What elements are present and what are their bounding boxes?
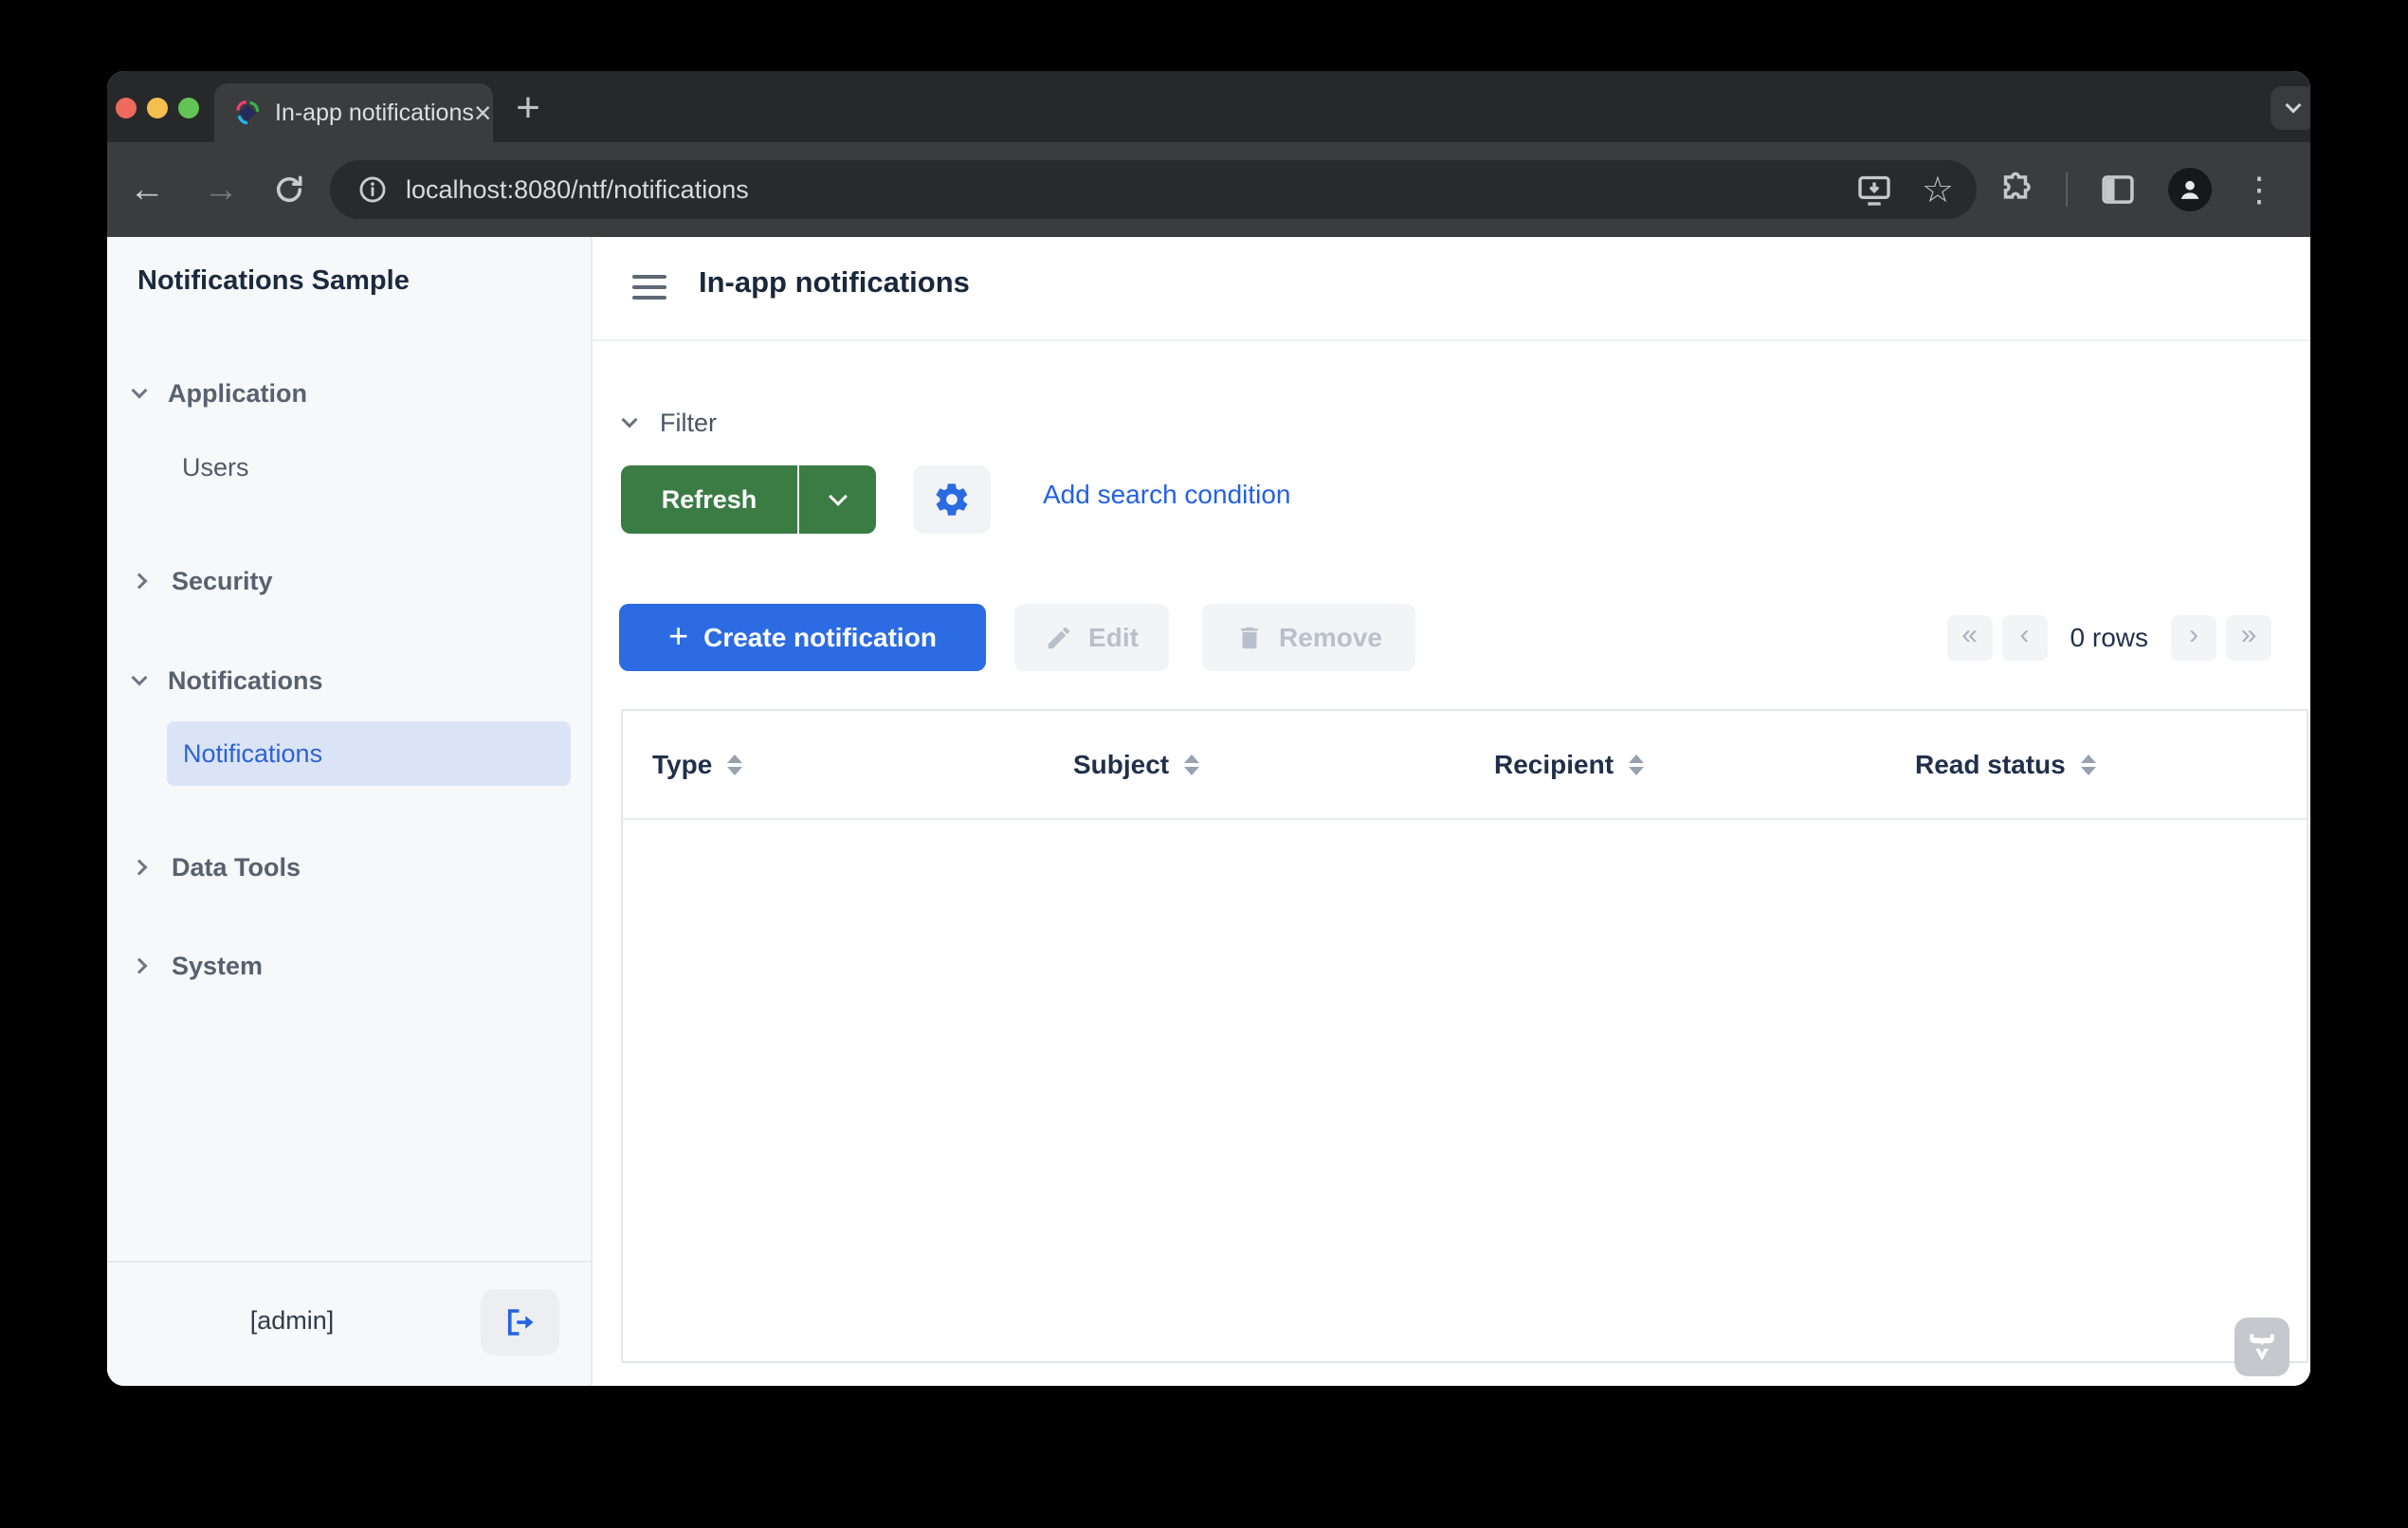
view-header: In-app notifications	[593, 237, 2310, 341]
edit-button[interactable]: Edit	[1014, 604, 1169, 671]
sort-icon[interactable]	[2081, 755, 2096, 775]
sort-icon[interactable]	[1184, 755, 1199, 775]
sidebar-item-data-tools[interactable]: Data Tools	[134, 846, 301, 889]
next-page-button[interactable]: ›	[2171, 615, 2216, 661]
chevron-down-icon	[622, 412, 638, 428]
main-area: In-app notifications Filter Refresh Add …	[593, 237, 2310, 1386]
chevron-right-icon	[132, 860, 148, 876]
current-user-label: [admin]	[164, 1306, 420, 1336]
menu-toggle-button[interactable]	[627, 267, 672, 311]
browser-tab[interactable]: In-app notifications ×	[214, 83, 493, 142]
trash-icon	[1235, 624, 1264, 652]
browser-toolbar: ← → localhost:8080/ntf/notifications ☆	[107, 142, 2310, 237]
column-header-read-status[interactable]: Read status	[1886, 711, 2307, 818]
reload-icon	[272, 173, 306, 207]
sidebar-footer: [admin]	[107, 1261, 591, 1386]
page-content: Notifications Sample Application Users S…	[107, 237, 2310, 1386]
site-info-icon[interactable]	[356, 173, 389, 206]
reload-button[interactable]	[263, 142, 316, 237]
browser-menu-icon[interactable]: ⋮	[2242, 170, 2276, 209]
side-panel-icon[interactable]	[2098, 170, 2138, 209]
jmix-favicon-icon	[233, 99, 262, 127]
address-bar[interactable]: localhost:8080/ntf/notifications ☆	[330, 160, 1977, 219]
refresh-button[interactable]: Refresh	[621, 465, 797, 534]
sort-icon[interactable]	[1629, 755, 1644, 775]
refresh-split-button: Refresh	[621, 465, 876, 534]
chevron-down-icon	[132, 383, 148, 399]
page-title: In-app notifications	[699, 265, 970, 300]
rows-count-label: 0 rows	[2071, 623, 2148, 653]
chevron-down-icon	[829, 487, 848, 506]
chevron-down-icon	[132, 670, 148, 686]
new-tab-button[interactable]: +	[503, 84, 553, 134]
close-window-button[interactable]	[116, 98, 137, 118]
column-header-subject[interactable]: Subject	[1044, 711, 1465, 818]
person-icon	[2174, 173, 2206, 206]
app-title: Notifications Sample	[137, 265, 410, 297]
add-search-condition-link[interactable]: Add search condition	[1043, 480, 1291, 510]
refresh-dropdown-button[interactable]	[797, 465, 876, 534]
chevron-down-icon	[2286, 98, 2302, 114]
pencil-icon	[1045, 624, 1073, 652]
vaadin-dev-tools-button[interactable]	[2235, 1318, 2289, 1376]
sidebar-item-notifications-group[interactable]: Notifications	[134, 659, 323, 702]
browser-window: In-app notifications × + ← → localhost:8…	[107, 71, 2310, 1386]
extensions-puzzle-icon[interactable]	[1996, 170, 2035, 209]
sidebar-item-security[interactable]: Security	[134, 559, 273, 603]
sidebar-item-notifications-selected[interactable]: Notifications	[167, 721, 571, 786]
sidebar-item-system[interactable]: System	[134, 944, 263, 988]
filter-collapse-toggle[interactable]: Filter	[624, 404, 717, 442]
last-page-button[interactable]: »	[2226, 615, 2271, 661]
table-header-row: Type Subject Recipient Read status	[623, 711, 2307, 820]
tab-search-button[interactable]	[2271, 86, 2310, 130]
zoom-window-button[interactable]	[178, 98, 199, 118]
install-app-icon[interactable]	[1855, 171, 1893, 209]
sidebar-item-application[interactable]: Application	[134, 372, 307, 415]
previous-page-button[interactable]: ‹	[2002, 615, 2048, 661]
profile-avatar[interactable]	[2168, 168, 2212, 211]
toolbar-divider	[2066, 173, 2068, 207]
sort-icon[interactable]	[727, 755, 742, 775]
tab-title: In-app notifications	[275, 100, 474, 127]
create-notification-button[interactable]: + Create notification	[619, 604, 986, 671]
sidebar: Notifications Sample Application Users S…	[107, 237, 593, 1386]
bookmark-star-icon[interactable]: ☆	[1922, 169, 1954, 211]
sidebar-item-users[interactable]: Users	[182, 446, 249, 489]
column-header-recipient[interactable]: Recipient	[1465, 711, 1886, 818]
tab-strip: In-app notifications × +	[107, 71, 2310, 142]
forward-button[interactable]: →	[194, 142, 247, 237]
logout-button[interactable]	[481, 1289, 559, 1355]
plus-icon: +	[668, 616, 688, 656]
column-header-type[interactable]: Type	[623, 711, 1044, 818]
url-text[interactable]: localhost:8080/ntf/notifications	[406, 175, 749, 205]
vaadin-icon	[2245, 1330, 2279, 1364]
pagination: « ‹ 0 rows › »	[1947, 606, 2271, 670]
chevron-right-icon	[132, 958, 148, 974]
filter-settings-button[interactable]	[913, 465, 991, 534]
gear-icon	[933, 481, 971, 518]
first-page-button[interactable]: «	[1947, 615, 1993, 661]
remove-button[interactable]: Remove	[1202, 604, 1415, 671]
minimize-window-button[interactable]	[147, 98, 168, 118]
close-tab-icon[interactable]: ×	[474, 99, 492, 127]
chevron-right-icon	[132, 573, 148, 590]
logout-icon	[503, 1305, 538, 1339]
back-button[interactable]: ←	[120, 142, 173, 237]
notifications-table: Type Subject Recipient Read status	[621, 709, 2308, 1363]
